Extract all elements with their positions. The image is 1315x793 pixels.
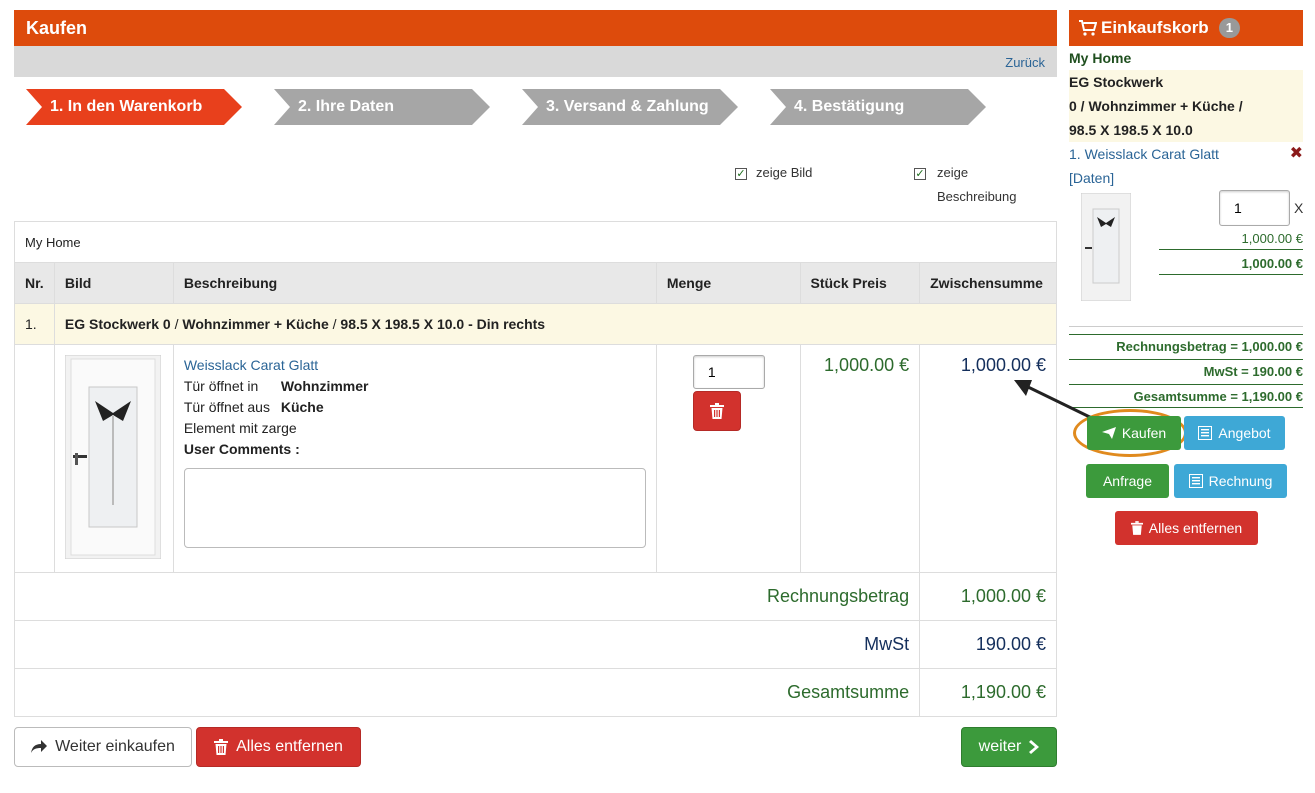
sidebar-floor-info: EG Stockwerk 0 / Wohnzimmer + Küche / 98… [1069,70,1303,142]
total-label: Gesamtsumme [13,668,921,717]
cart-table: My Home Nr. Bild Beschreibung Menge Stüc… [13,221,1058,717]
sidebar-inquiry-button[interactable]: Anfrage [1086,464,1169,498]
total-value: 1,190.00 € [919,668,1057,717]
invoice-label: Rechnungsbetrag [13,572,921,621]
item-description: Weisslack Carat Glatt Tür öffnet in Wohnz… [172,344,657,573]
table-row: Weisslack Carat Glatt Tür öffnet in Wohnz… [14,344,1057,573]
col-header-subtotal: Zwischensumme [919,262,1057,304]
user-comments-textarea[interactable] [183,468,646,548]
sidebar-line-total: 1,000.00 € [1159,253,1303,275]
col-header-description: Beschreibung [172,262,657,304]
sidebar-offer-button[interactable]: Angebot [1184,416,1285,450]
sidebar-remove-all-button[interactable]: Alles entfernen [1115,511,1258,545]
show-description-checkbox[interactable]: ✓ [914,168,926,180]
quantity-input[interactable] [692,355,765,389]
cart-group-name: My Home [14,221,1057,263]
col-header-quantity: Menge [655,262,801,304]
sidebar-item-link[interactable]: 1. Weisslack Carat Glatt [1069,146,1219,162]
sub-bar: Zurück [14,46,1057,77]
step-confirmation[interactable]: 4. Bestätigung [770,89,986,125]
sidebar-buy-button[interactable]: Kaufen [1087,416,1181,450]
cart-sidebar: Einkaufskorb 1 My Home EG Stockwerk 0 / … [1069,10,1303,190]
trash-icon [214,739,229,755]
sidebar-divider [1069,326,1303,327]
show-image-checkbox[interactable]: ✓ [735,168,747,180]
sidebar-invoice-button[interactable]: Rechnung [1174,464,1287,498]
sidebar-door-thumbnail [1081,193,1131,301]
page-title: Kaufen [14,10,1057,46]
sidebar-times: X [1294,200,1304,216]
sidebar-group: My Home [1069,50,1132,66]
item-image-cell [53,344,174,573]
cart-count-badge: 1 [1218,18,1240,38]
paper-plane-icon [1101,427,1116,439]
sidebar-unit-price: 1,000.00 € [1159,228,1303,250]
item-name-link[interactable]: Weisslack Carat Glatt [184,357,318,373]
step-your-data[interactable]: 2. Ihre Daten [274,89,490,125]
shopping-cart-icon [1079,20,1097,36]
document-list-icon [1188,474,1203,488]
col-header-unit-price: Stück Preis [799,262,921,304]
sidebar-invoice-total: Rechnungsbetrag = 1,000.00 € [1069,334,1303,358]
share-arrow-icon [31,740,48,753]
continue-shopping-button[interactable]: Weiter einkaufen [14,727,192,767]
back-link[interactable]: Zurück [1005,55,1045,70]
trash-icon [709,403,724,419]
checkout-main: Kaufen Zurück 1. In den Warenkorb 2. Ihr… [13,10,1058,717]
group-row-title: EG Stockwerk 0 / Wohnzimmer + Küche / 98… [53,303,1058,345]
invoice-value: 1,000.00 € [919,572,1057,621]
step-shipping-payment[interactable]: 3. Versand & Zahlung [522,89,738,125]
sidebar-title-bar: Einkaufskorb 1 [1069,10,1303,46]
tax-value: 190.00 € [919,620,1057,669]
group-row-nr: 1. [14,303,55,345]
show-description-label: zeige Beschreibung [937,165,1017,204]
col-header-nr: Nr. [14,262,55,304]
tax-label: MwSt [13,620,921,669]
item-unit-price: 1,000.00 € [799,344,921,573]
chevron-right-icon [1029,740,1040,754]
remove-all-button[interactable]: Alles entfernen [196,727,361,767]
col-header-image: Bild [53,262,174,304]
next-button[interactable]: weiter [961,727,1057,767]
trash-icon [1130,521,1143,535]
remove-item-icon[interactable]: ✖ [1290,142,1303,166]
sidebar-item-data-link[interactable]: [Daten] [1069,170,1114,186]
item-quantity-cell [655,344,801,573]
show-image-label: zeige Bild [756,165,813,180]
document-list-icon [1198,426,1213,440]
step-cart[interactable]: 1. In den Warenkorb [26,89,242,125]
door-image [64,354,162,560]
sidebar-quantity-input[interactable] [1219,190,1290,226]
checkout-steps: 1. In den Warenkorb 2. Ihre Daten 3. Ver… [26,89,1026,125]
delete-item-button[interactable] [692,391,741,431]
